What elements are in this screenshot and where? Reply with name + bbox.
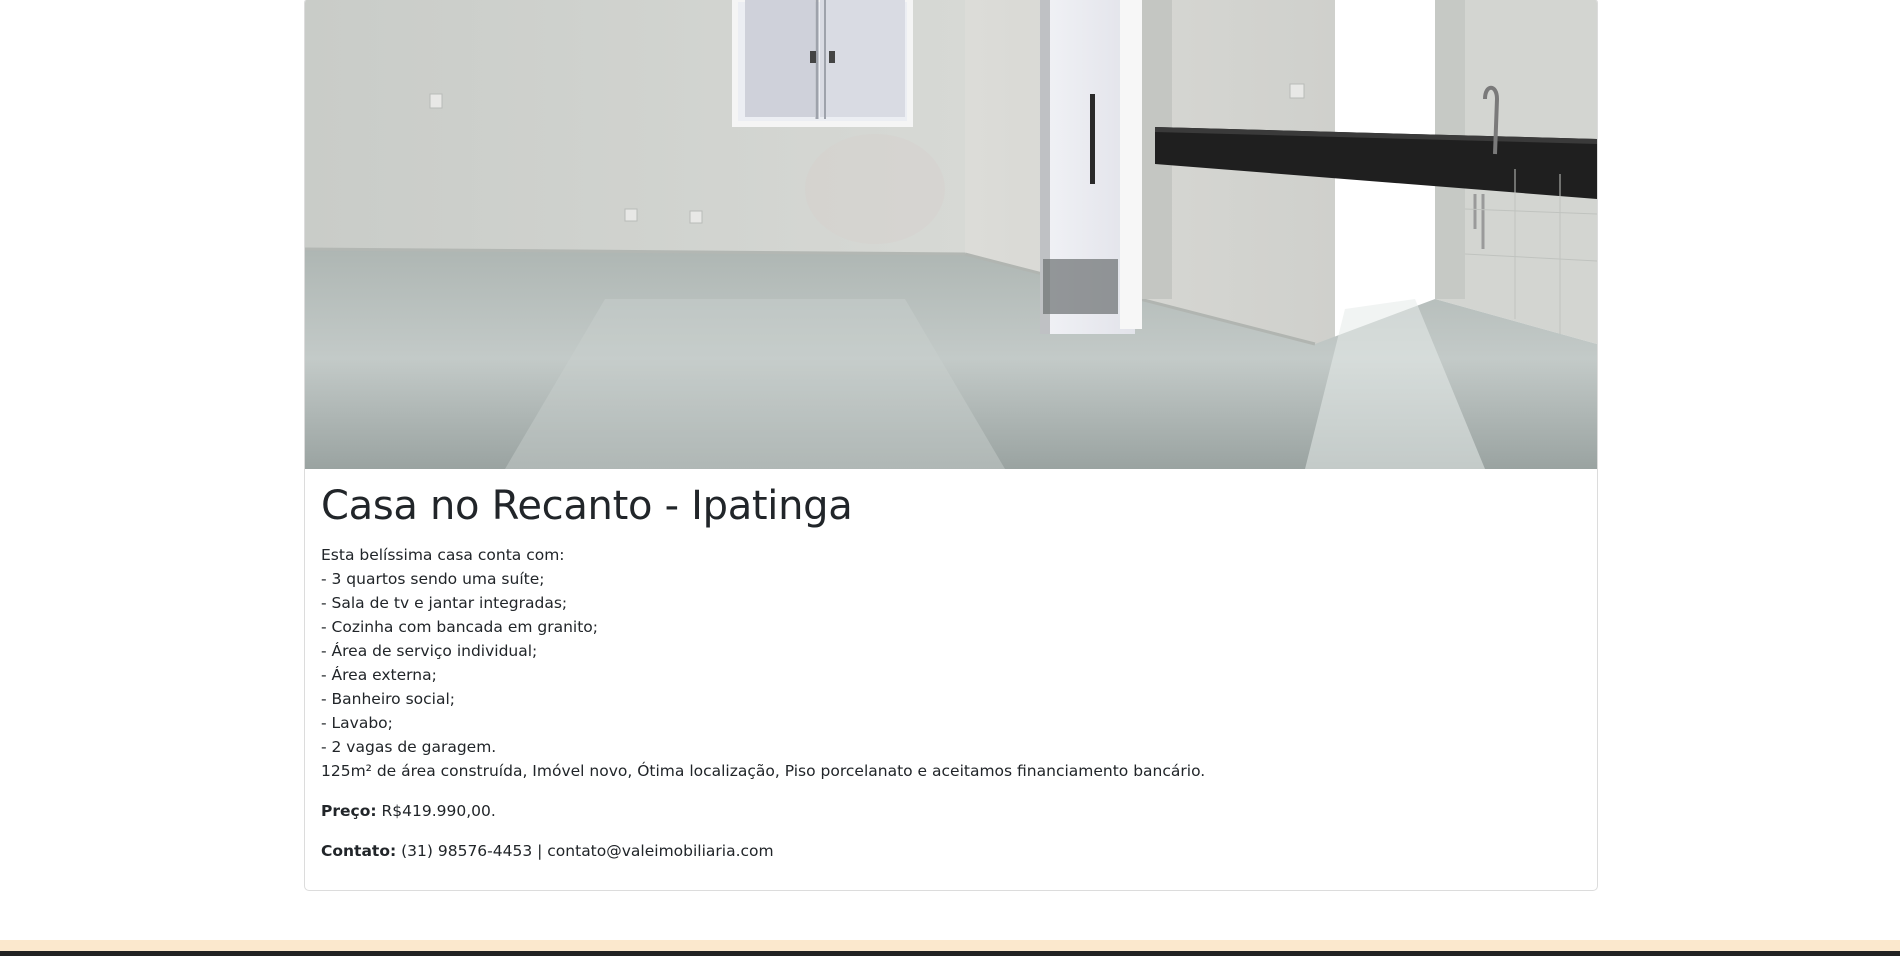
description-line: - 3 quartos sendo uma suíte; [321, 570, 545, 588]
contact-label: Contato: [321, 842, 397, 860]
listing-card: Casa no Recanto - Ipatinga Esta belíssim… [304, 0, 1598, 891]
footer-bar [0, 951, 1900, 956]
price-value: R$419.990,00. [376, 802, 496, 820]
description-line: - Banheiro social; [321, 690, 455, 708]
listing-photo [305, 0, 1597, 469]
description-line: - Área externa; [321, 666, 437, 684]
page: Casa no Recanto - Ipatinga Esta belíssim… [0, 0, 1900, 956]
description-line: - Lavabo; [321, 714, 393, 732]
description-line: - 2 vagas de garagem. [321, 738, 497, 756]
description-line: Esta belíssima casa conta com: [321, 546, 565, 564]
listing-body: Casa no Recanto - Ipatinga Esta belíssim… [321, 481, 1581, 863]
price-label: Preço: [321, 802, 377, 820]
description-line: - Área de serviço individual; [321, 642, 538, 660]
contact-row: Contato: (31) 98576-4453 | contato@valei… [321, 839, 1581, 863]
contact-value: (31) 98576-4453 | contato@valeimobiliari… [396, 842, 774, 860]
description-line: - Sala de tv e jantar integradas; [321, 594, 568, 612]
listing-description: Esta belíssima casa conta com: - 3 quart… [321, 543, 1581, 783]
price-row: Preço: R$419.990,00. [321, 799, 1581, 823]
description-line: 125m² de área construída, Imóvel novo, Ó… [321, 762, 1206, 780]
description-line: - Cozinha com bancada em granito; [321, 618, 599, 636]
listing-title: Casa no Recanto - Ipatinga [321, 483, 853, 529]
